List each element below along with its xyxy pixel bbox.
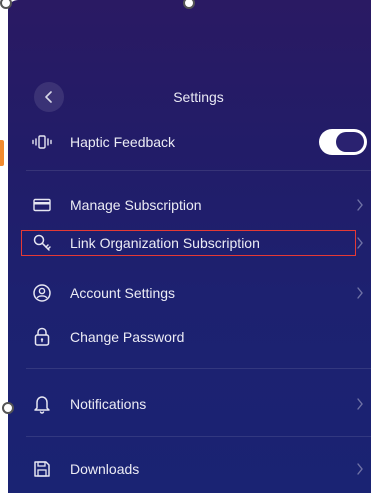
side-tab-marker	[0, 140, 4, 166]
manage-subscription-label: Manage Subscription	[70, 197, 202, 213]
lock-icon	[30, 325, 54, 349]
haptic-feedback-toggle[interactable]	[319, 129, 367, 155]
chevron-right-icon	[353, 286, 367, 300]
account-settings-label: Account Settings	[70, 285, 176, 301]
nav-bar: Settings	[26, 80, 371, 116]
change-password-label: Change Password	[70, 329, 185, 345]
haptic-feedback-row: Haptic Feedback	[30, 125, 371, 159]
haptic-feedback-label: Haptic Feedback	[70, 134, 176, 150]
page-title: Settings	[173, 89, 224, 105]
downloads-label: Downloads	[70, 461, 140, 477]
credit-card-icon	[30, 193, 54, 217]
divider	[26, 170, 371, 171]
chevron-right-icon	[353, 198, 367, 212]
change-password-row[interactable]: Change Password	[30, 320, 371, 354]
app-frame: Settings Haptic Feedback Manage Subscrip…	[0, 0, 371, 493]
toggle-knob	[336, 132, 364, 152]
chevron-right-icon	[353, 397, 367, 411]
bell-icon	[30, 392, 54, 416]
notifications-label: Notifications	[70, 396, 147, 412]
downloads-row[interactable]: Downloads	[30, 452, 371, 486]
account-settings-row[interactable]: Account Settings	[30, 276, 371, 310]
divider	[26, 436, 371, 437]
manage-subscription-row[interactable]: Manage Subscription	[30, 188, 371, 222]
notifications-row[interactable]: Notifications	[30, 387, 371, 421]
chevron-right-icon	[353, 462, 367, 476]
divider	[26, 368, 371, 369]
resize-handle[interactable]	[2, 402, 14, 414]
selection-highlight-box	[21, 230, 356, 256]
save-icon	[30, 457, 54, 481]
account-circle-icon	[30, 281, 54, 305]
vibration-icon	[30, 130, 54, 154]
